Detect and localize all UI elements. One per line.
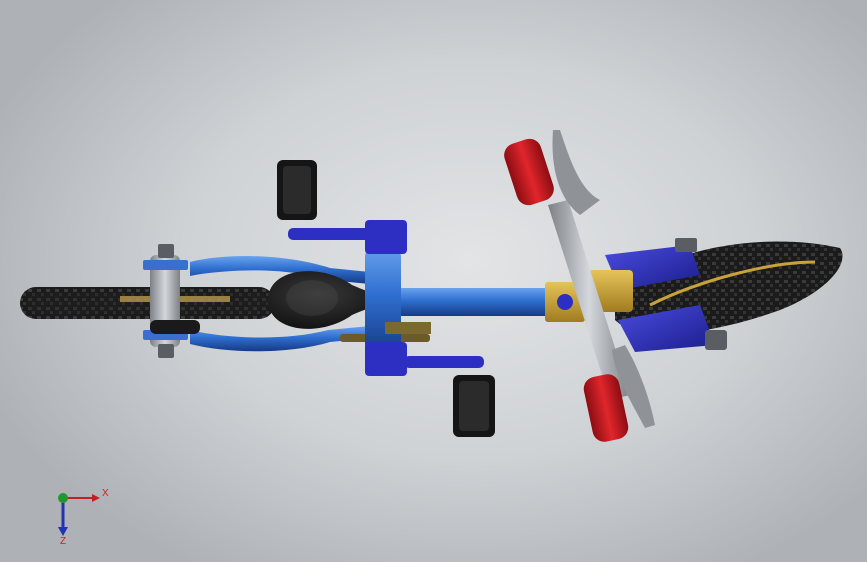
left-pedal[interactable]: [277, 160, 317, 220]
rear-wheel[interactable]: [20, 287, 275, 319]
graphics-viewport[interactable]: X Z: [0, 0, 867, 562]
triad-z-label: Z: [60, 536, 66, 547]
reference-triad: X Z: [58, 488, 109, 547]
triad-z-arrow-icon: [58, 527, 68, 536]
top-tube: [365, 245, 560, 355]
bicycle-model[interactable]: [0, 0, 867, 562]
triad-y-axis-icon: [58, 493, 68, 503]
triad-x-arrow-icon: [92, 494, 100, 502]
left-grip[interactable]: [501, 136, 557, 209]
triad-x-label: X: [102, 488, 109, 499]
right-pedal[interactable]: [453, 375, 495, 437]
